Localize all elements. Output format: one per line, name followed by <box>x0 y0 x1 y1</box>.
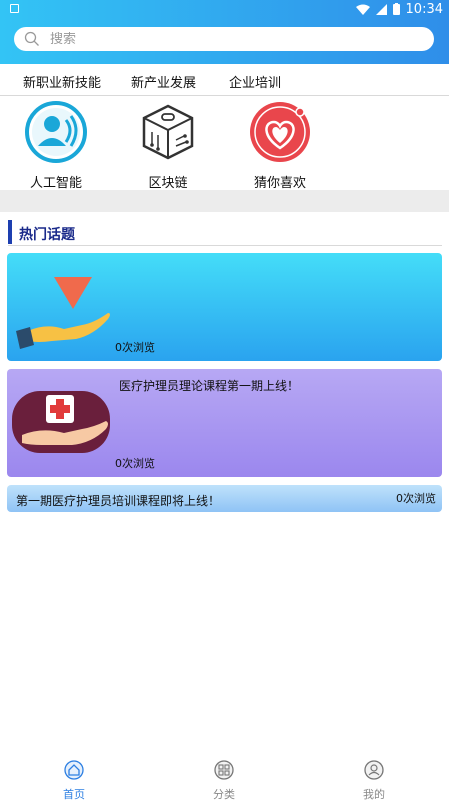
tab-enterprise-training[interactable]: 企业培训 <box>229 72 281 91</box>
ai-person-icon <box>25 101 87 163</box>
hot-topics-header: 热门话题 <box>8 220 442 246</box>
topic-views: 0次浏览 <box>115 341 155 354</box>
category-label: 人工智能 <box>29 176 82 191</box>
topic-card[interactable]: 0次浏览 <box>7 253 442 361</box>
category-grid: 人工智能 区块链 猜你喜欢 <box>0 100 449 191</box>
hand-heart-icon <box>16 277 110 349</box>
search-input[interactable] <box>50 31 370 47</box>
category-icon <box>214 760 234 780</box>
home-icon <box>64 760 84 780</box>
nav-label: 我的 <box>363 788 385 800</box>
bottom-navigation: 首页 分类 我的 <box>0 758 449 800</box>
notification-icon <box>10 4 19 13</box>
search-bar[interactable] <box>14 27 434 51</box>
topic-views: 0次浏览 <box>396 492 436 505</box>
hand-medical-icon <box>12 391 110 453</box>
nav-label: 分类 <box>213 788 235 800</box>
heart-icon <box>250 102 310 162</box>
blockchain-cube-icon <box>142 104 194 160</box>
battery-icon <box>392 3 400 15</box>
category-label: 区块链 <box>148 176 188 191</box>
topic-title: 第一期医疗护理员培训课程即将上线！ <box>16 494 221 508</box>
topic-card[interactable]: 医疗护理员理论课程第一期上线！ 0次浏览 <box>7 369 442 477</box>
nav-label: 首页 <box>63 788 85 800</box>
topic-views: 0次浏览 <box>115 457 155 470</box>
section-title: 热门话题 <box>19 227 75 243</box>
nav-profile[interactable]: 我的 <box>344 760 404 800</box>
section-title-bar <box>8 220 12 244</box>
category-blockchain[interactable]: 区块链 <box>123 100 213 191</box>
category-label: 猜你喜欢 <box>253 176 306 191</box>
status-time: 10:34 <box>405 1 443 17</box>
category-ai[interactable]: 人工智能 <box>11 100 101 191</box>
tab-new-industry[interactable]: 新产业发展 <box>131 72 196 91</box>
section-divider <box>0 190 449 212</box>
status-bar: 10:34 <box>0 0 449 18</box>
wifi-icon <box>355 4 370 15</box>
category-tabs: 新职业新技能 新产业发展 企业培训 <box>0 66 449 96</box>
signal-icon <box>375 3 387 15</box>
profile-icon <box>364 760 384 780</box>
nav-home[interactable]: 首页 <box>44 760 104 800</box>
tab-new-career-skills[interactable]: 新职业新技能 <box>23 72 101 91</box>
nav-category[interactable]: 分类 <box>194 760 254 800</box>
category-guess-you-like[interactable]: 猜你喜欢 <box>235 100 325 191</box>
topic-card[interactable]: 第一期医疗护理员培训课程即将上线！ 0次浏览 <box>7 485 442 512</box>
topic-title: 医疗护理员理论课程第一期上线！ <box>119 379 300 393</box>
search-icon <box>24 31 39 46</box>
